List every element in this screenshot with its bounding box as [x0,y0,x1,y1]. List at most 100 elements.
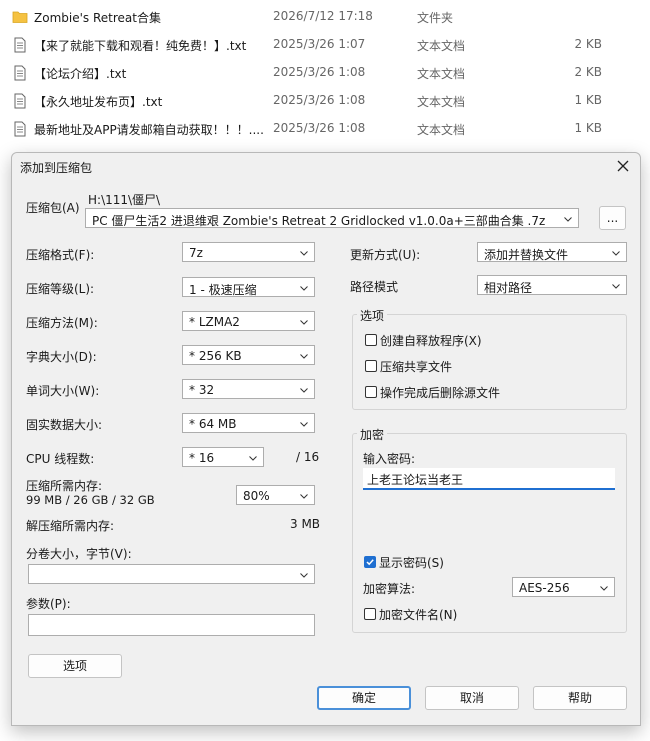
title-bar[interactable]: 添加到压缩包 [12,153,640,179]
mem-comp-combo[interactable]: 80% [236,485,315,505]
word-combo[interactable]: * 32 [182,379,315,399]
file-name: 【来了就能下载和观看！纯免费！】.txt [34,39,247,53]
file-name: 【论坛介绍】.txt [34,67,127,81]
file-size: 1 KB [574,93,602,107]
solid-combo[interactable]: * 64 MB [182,413,315,433]
chevron-down-icon [612,284,620,289]
ok-button[interactable]: 确定 [317,686,411,710]
params-label: 参数(P): [26,597,71,611]
archive-name-combo[interactable]: PC 僵尸生活2 进退维艰 Zombie's Retreat 2 Gridloc… [85,208,579,228]
dict-label: 字典大小(D): [26,350,97,364]
file-date: 2025/3/26 1:08 [273,93,366,107]
close-icon [617,160,629,172]
show-password-checkbox[interactable] [364,556,376,568]
list-item[interactable]: 【论坛介绍】.txt 2025/3/26 1:08 文本文档 2 KB [0,59,650,87]
list-item[interactable]: 【来了就能下载和观看！纯免费！】.txt 2025/3/26 1:07 文本文档… [0,31,650,59]
checkmark-icon [366,559,374,566]
file-type: 文本文档 [417,123,466,137]
list-item[interactable]: 【永久地址发布页】.txt 2025/3/26 1:08 文本文档 1 KB [0,87,650,115]
level-combo[interactable]: 1 - 极速压缩 [182,277,315,297]
threads-label: CPU 线程数: [26,452,95,466]
chevron-down-icon [300,573,308,578]
file-date: 2026/7/12 17:18 [273,9,373,23]
text-file-icon [14,65,26,81]
add-to-archive-dialog: 添加到压缩包 压缩包(A) H:\111\僵尸\ PC 僵尸生活2 进退维艰 Z… [11,152,641,726]
text-file-icon [14,37,26,53]
encrypt-names-checkbox[interactable] [364,608,376,620]
file-name: 【永久地址发布页】.txt [34,95,163,109]
file-name: Zombie's Retreat合集 [34,11,161,25]
archive-path: H:\111\僵尸\ [88,193,161,207]
file-size: 1 KB [574,121,602,135]
path-mode-value: 相对路径 [484,281,533,295]
sfx-checkbox[interactable] [365,334,377,346]
file-name: 最新地址及APP请发邮箱自动获取！！！.... [34,123,264,137]
file-date: 2025/3/26 1:08 [273,121,366,135]
file-type: 文本文档 [417,95,466,109]
close-button[interactable] [612,155,634,177]
update-combo[interactable]: 添加并替换文件 [477,242,627,262]
mem-comp-label: 压缩所需内存: [26,479,103,493]
method-value: * LZMA2 [189,315,240,329]
enc-method-combo[interactable]: AES-256 [512,577,615,597]
method-combo[interactable]: * LZMA2 [182,311,315,331]
level-label: 压缩等级(L): [26,282,95,296]
password-input[interactable]: 上老王论坛当老王 [363,468,615,490]
chevron-down-icon [300,251,308,256]
delete-source-checkbox[interactable] [365,386,377,398]
encryption-group-title: 加密 [357,426,388,443]
mem-decomp-value: 3 MB [290,517,321,531]
list-item[interactable]: 最新地址及APP请发邮箱自动获取！！！.... 2025/3/26 1:08 文… [0,115,650,143]
chevron-down-icon [300,286,308,291]
chevron-down-icon [600,586,608,591]
method-label: 压缩方法(M): [26,316,98,330]
password-value: 上老王论坛当老王 [367,473,464,487]
enc-method-label: 加密算法: [363,582,416,596]
word-value: * 32 [189,383,215,397]
split-label: 分卷大小，字节(V): [26,547,132,561]
word-label: 单词大小(W): [26,384,100,398]
text-file-icon [14,121,26,137]
path-mode-label: 路径模式 [350,280,399,294]
options-button[interactable]: 选项 [28,654,122,678]
dialog-title: 添加到压缩包 [20,161,93,175]
threads-combo[interactable]: * 16 [182,447,264,467]
sfx-label: 创建自释放程序(X) [380,334,482,348]
archive-name-value: PC 僵尸生活2 进退维艰 Zombie's Retreat 2 Gridloc… [92,214,546,228]
file-date: 2025/3/26 1:07 [273,37,366,51]
shared-files-checkbox[interactable] [365,360,377,372]
file-type: 文本文档 [417,67,466,81]
file-list: Zombie's Retreat合集 2026/7/12 17:18 文件夹 【… [0,0,650,160]
text-file-icon [14,93,26,109]
enc-method-value: AES-256 [519,581,570,595]
chevron-down-icon [564,217,572,222]
dict-value: * 256 KB [189,349,242,363]
split-combo[interactable] [28,564,315,584]
level-value: 1 - 极速压缩 [189,283,257,297]
browse-button[interactable]: ... [599,206,626,230]
params-input[interactable] [28,614,315,636]
format-label: 压缩格式(F): [26,248,95,262]
file-date: 2025/3/26 1:08 [273,65,366,79]
encrypt-names-label: 加密文件名(N) [379,608,458,622]
dict-combo[interactable]: * 256 KB [182,345,315,365]
update-label: 更新方式(U): [350,248,421,262]
shared-files-label: 压缩共享文件 [380,360,453,374]
mem-comp-value: 80% [243,489,270,503]
folder-icon [12,11,28,23]
help-button[interactable]: 帮助 [533,686,627,710]
format-value: 7z [189,246,203,260]
file-type: 文件夹 [417,11,454,25]
path-mode-combo[interactable]: 相对路径 [477,275,627,295]
delete-source-label: 操作完成后删除源文件 [380,386,501,400]
chevron-down-icon [300,388,308,393]
format-combo[interactable]: 7z [182,242,315,262]
chevron-down-icon [300,494,308,499]
solid-label: 固实数据大小: [26,418,103,432]
cancel-button[interactable]: 取消 [425,686,519,710]
threads-total: / 16 [296,450,320,464]
mem-comp-detail: 99 MB / 26 GB / 32 GB [26,493,155,507]
chevron-down-icon [300,320,308,325]
list-item[interactable]: Zombie's Retreat合集 2026/7/12 17:18 文件夹 [0,3,650,31]
show-password-label: 显示密码(S) [379,556,444,570]
